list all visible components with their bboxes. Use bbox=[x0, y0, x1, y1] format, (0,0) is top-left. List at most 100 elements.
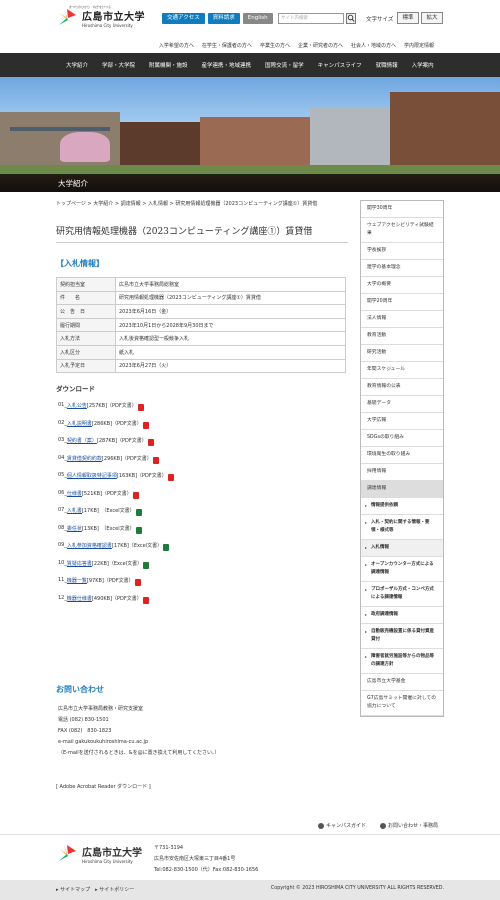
audience-link-alumni[interactable]: 卒業生の方へ bbox=[256, 42, 294, 49]
download-meta: [163KB]（PDF文書） bbox=[116, 473, 167, 479]
bid-info-value: 研究用情報処理機器（2023コンピューティング講座①）賃貸借 bbox=[115, 290, 346, 306]
bid-info-key: 契約担当室 bbox=[56, 277, 116, 292]
audience-link-community[interactable]: 社会人・地域の方へ bbox=[347, 42, 400, 49]
download-item: 07_ 入札書 [17KB] （Excel文書） bbox=[58, 507, 174, 525]
bid-info-key: 公 告 日 bbox=[56, 304, 116, 319]
sidebar-item[interactable]: 入札・契約に関する情報・要領・様式等 bbox=[361, 515, 443, 540]
download-meta: [13KB] （Excel文書） bbox=[81, 525, 135, 532]
sidebar-item[interactable]: 開学20周年 bbox=[361, 294, 443, 311]
sidebar-item[interactable]: 採用情報 bbox=[361, 464, 443, 481]
phone-fax: Tel:082-830-1500（代）Fax:082-830-1656 bbox=[154, 867, 259, 873]
sidebar-item[interactable]: 障害者就労施設等からの物品等の調達方針 bbox=[361, 649, 443, 674]
download-link[interactable]: 機器一覧 bbox=[67, 577, 87, 584]
contact-line[interactable]: e-mail gakukoukuhiroshima-cu.ac.jp bbox=[58, 737, 220, 748]
title-divider bbox=[56, 242, 348, 243]
download-number: 10_ bbox=[58, 559, 67, 566]
bid-info-key: 履行期間 bbox=[56, 317, 116, 333]
download-link[interactable]: 賃貸借契約約款 bbox=[67, 455, 102, 462]
postal-code: 〒731-3194 bbox=[154, 845, 184, 851]
search-button[interactable] bbox=[346, 13, 356, 24]
hero-caption: 大学紹介 bbox=[58, 179, 88, 188]
breadcrumb[interactable]: トップページ > 大学紹介 > 調達情報 > 入札情報 > 研究用情報処理機器（… bbox=[56, 200, 317, 207]
bid-info-key: 件 名 bbox=[56, 290, 116, 306]
bid-info-row: 入札方法 入札後資格確認型一般競争入札 bbox=[56, 331, 346, 346]
sidebar-item[interactable]: 年間スケジュール bbox=[361, 362, 443, 379]
global-nav: 大学紹介 学部・大学院 附属機関・施設 産学連携・地域連携 国際交流・留学 キャ… bbox=[0, 53, 500, 77]
download-link[interactable]: 個人情報取扱特記事項 bbox=[67, 472, 117, 479]
download-meta: [17KB] （Excel文書） bbox=[81, 508, 135, 514]
gnav-collaboration[interactable]: 産学連携・地域連携 bbox=[195, 61, 259, 69]
brochure-request-button[interactable]: 資料請求 bbox=[207, 13, 240, 24]
sidebar-item[interactable]: SDGsの取り組み bbox=[361, 430, 443, 447]
sidebar-item[interactable]: 開学30周年 bbox=[361, 201, 443, 218]
download-number: 09_ bbox=[58, 542, 67, 548]
gnav-about[interactable]: 大学紹介 bbox=[59, 61, 95, 69]
footer-logo[interactable]: 広島市立大学 Hiroshima City University bbox=[56, 843, 142, 865]
gnav-international[interactable]: 国際交流・留学 bbox=[258, 61, 311, 69]
download-meta: [521KB]（PDF文書） bbox=[81, 490, 132, 497]
download-meta: [22KB]（Excel文書） bbox=[91, 560, 143, 567]
sidebar-item[interactable]: 広島市立大学基金 bbox=[361, 674, 443, 691]
bid-info-value: 入札後資格確認型一般競争入札 bbox=[115, 331, 346, 346]
sidebar-item[interactable]: 学長挨拶 bbox=[361, 243, 443, 260]
sidebar-item[interactable]: オープンカウンター方式による調達情報 bbox=[361, 557, 443, 582]
audience-link-students[interactable]: 在学生・保護者の方へ bbox=[198, 42, 256, 49]
acrobat-download-link[interactable]: [ Adobe Acrobat Reader ダウンロード ] bbox=[56, 783, 151, 790]
download-item: 05_ 個人情報取扱特記事項 [163KB]（PDF文書） bbox=[58, 472, 174, 490]
logo-name-en: Hiroshima City University bbox=[82, 23, 133, 28]
audience-link-internal[interactable]: 学内限定情報 bbox=[400, 42, 438, 49]
download-link[interactable]: 機器仕様書 bbox=[67, 595, 92, 602]
english-button[interactable]: English bbox=[242, 13, 273, 24]
sidebar-item[interactable]: 建学の基本理念 bbox=[361, 260, 443, 277]
sidebar-item[interactable]: 政府調達情報 bbox=[361, 607, 443, 624]
sidebar-item[interactable]: ウェブアクセシビリティ試験結果 bbox=[361, 218, 443, 243]
access-button[interactable]: 交通アクセス bbox=[162, 13, 205, 24]
download-link[interactable]: 入札説明書 bbox=[67, 420, 92, 427]
sidebar-item[interactable]: 法人情報 bbox=[361, 311, 443, 328]
download-link[interactable]: 入札参加資格確認書 bbox=[67, 542, 112, 549]
sidebar-item[interactable]: G7広島サミット開催に対しての協力について bbox=[361, 691, 443, 716]
font-standard-button[interactable]: 標準 bbox=[397, 12, 419, 24]
copyright: Copyright © 2023 HIROSHIMA CITY UNIVERSI… bbox=[270, 886, 444, 891]
sidebar-item[interactable]: 大学の概要 bbox=[361, 277, 443, 294]
audience-link-applicants[interactable]: 入学希望の方へ bbox=[155, 42, 198, 49]
site-logo[interactable]: 広島市立大学 Hiroshima City University まつりのひかり… bbox=[56, 5, 145, 29]
download-meta: [286KB]（PDF文書） bbox=[91, 420, 142, 427]
pdf-file-icon bbox=[142, 596, 149, 604]
gnav-career[interactable]: 就職情報 bbox=[369, 61, 405, 69]
download-link[interactable]: 仕様書 bbox=[67, 490, 82, 497]
download-link[interactable]: 委任状 bbox=[67, 525, 82, 532]
contact-office-link[interactable]: お問い合わせ・事務局 bbox=[379, 822, 438, 829]
download-link[interactable]: 契約書（案） bbox=[67, 437, 97, 444]
gnav-faculties[interactable]: 学部・大学院 bbox=[95, 61, 142, 69]
cherry-tree bbox=[60, 132, 110, 162]
download-meta: [97KB]（PDF文書） bbox=[86, 578, 134, 584]
download-item: 12_ 機器仕様書 [490KB]（PDF文書） bbox=[58, 595, 174, 613]
search-input[interactable]: サイト内検索 bbox=[278, 13, 344, 24]
audience-link-companies[interactable]: 企業・研究者の方へ bbox=[294, 42, 347, 49]
sidebar-item[interactable]: 研究活動 bbox=[361, 345, 443, 362]
sidebar-item[interactable]: プロポーザル方式・コンペ方式による調達情報 bbox=[361, 582, 443, 607]
gnav-admissions[interactable]: 入学案内 bbox=[405, 61, 441, 69]
sidebar-item[interactable]: 自動販売機設置に係る貸付資産貸付 bbox=[361, 624, 443, 649]
gnav-facilities[interactable]: 附属機関・施設 bbox=[142, 61, 195, 69]
download-link[interactable]: 入札書 bbox=[67, 507, 82, 514]
sidebar-item[interactable]: 情報提供依頼 bbox=[361, 498, 443, 515]
bid-info-row: 履行期間 2023年10月1日から2028年9月30日まで bbox=[56, 317, 346, 333]
sidebar-item[interactable]: 教育情報の公表 bbox=[361, 379, 443, 396]
download-meta: [257KB]（PDF文書） bbox=[86, 403, 137, 409]
university-mark-icon bbox=[59, 845, 76, 861]
sidebar-item[interactable]: 教育活動 bbox=[361, 328, 443, 345]
sidebar-item[interactable]: 大学広報 bbox=[361, 413, 443, 430]
font-large-button[interactable]: 拡大 bbox=[421, 12, 443, 24]
campus-guide-link[interactable]: キャンパスガイド bbox=[317, 822, 366, 829]
sidebar-item[interactable]: 調達情報 bbox=[361, 481, 443, 498]
sidebar-item[interactable]: 基礎データ bbox=[361, 396, 443, 413]
download-link[interactable]: 入札公告 bbox=[67, 402, 87, 409]
sidebar-item[interactable]: 入札情報 bbox=[361, 540, 443, 557]
sitemap-policy-links[interactable]: ▸ サイトマップ ▸ サイトポリシー bbox=[56, 886, 134, 893]
sidebar-item[interactable]: 環境衛生の取り組み bbox=[361, 447, 443, 464]
download-link[interactable]: 質疑応答書 bbox=[67, 560, 92, 567]
download-item: 11_ 機器一覧 [97KB]（PDF文書） bbox=[58, 577, 174, 595]
gnav-campus-life[interactable]: キャンパスライフ bbox=[311, 61, 369, 69]
